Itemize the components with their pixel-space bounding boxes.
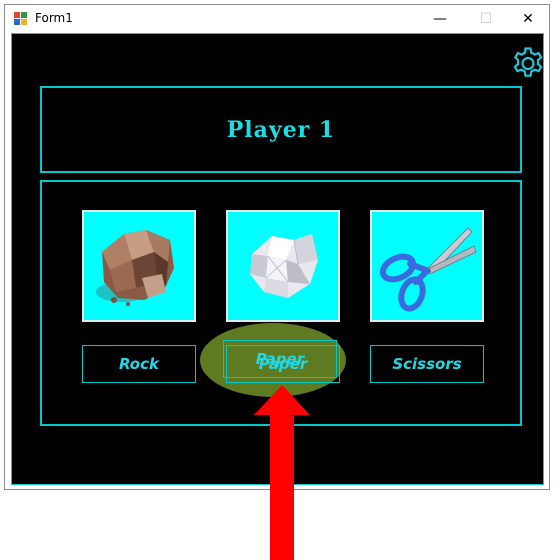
maximize-button[interactable]: ☐ xyxy=(463,5,509,33)
title-bar[interactable]: Form1 — ☐ ✕ xyxy=(5,5,549,33)
player-title: Player 1 xyxy=(226,116,336,143)
paper-icon xyxy=(250,234,318,298)
minimize-button[interactable]: — xyxy=(417,5,463,33)
paper-image[interactable] xyxy=(226,210,340,322)
rock-image[interactable] xyxy=(82,210,196,322)
player-panel: Player 1 xyxy=(40,86,522,173)
scissors-button[interactable]: Scissors xyxy=(370,345,484,383)
close-button[interactable]: ✕ xyxy=(505,5,551,33)
rock-button[interactable]: Rock xyxy=(82,345,196,383)
gear-icon[interactable] xyxy=(510,46,546,82)
app-icon xyxy=(14,12,28,26)
paper-button-highlighted[interactable]: Paper xyxy=(223,340,337,378)
red-arrow-icon xyxy=(254,385,310,560)
scissors-image[interactable] xyxy=(370,210,484,322)
window-title: Form1 xyxy=(35,11,73,25)
rock-icon xyxy=(96,230,174,306)
scissors-icon xyxy=(379,227,477,312)
